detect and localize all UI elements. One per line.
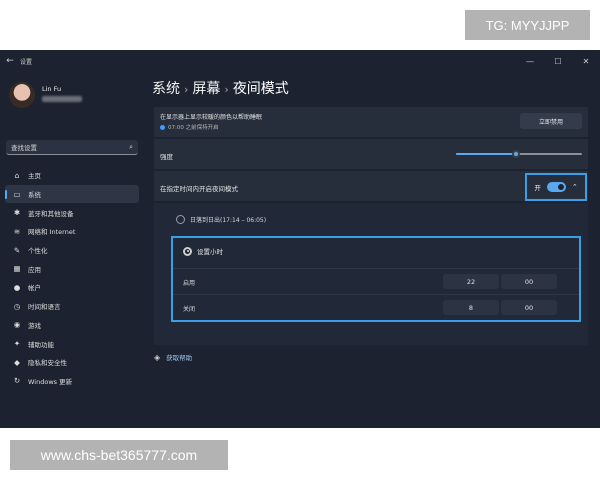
- home-icon: ⌂: [14, 170, 20, 180]
- sidebar-item-accessibility[interactable]: ✦ 辅助功能: [5, 334, 139, 353]
- strength-label: 强度: [160, 153, 173, 161]
- turn-off-row: 关闭 8 00: [173, 294, 579, 320]
- update-icon: ↻: [13, 376, 21, 386]
- chevron-right-icon: ›: [184, 83, 189, 96]
- schedule-toggle[interactable]: [546, 182, 566, 192]
- bluetooth-icon: ✱: [13, 208, 21, 218]
- schedule-toggle-area: 开 ⌃: [525, 173, 587, 201]
- sidebar-item-label: 隐私和安全性: [28, 359, 67, 368]
- disable-now-button[interactable]: 立即禁用: [520, 113, 582, 129]
- sidebar-item-label: Windows 更新: [28, 377, 73, 386]
- help-icon: ◈: [154, 352, 161, 362]
- sidebar-item-label: 个性化: [28, 247, 48, 256]
- set-hours-section: 设置小时 启用 22 00 关闭 8 00: [171, 236, 581, 322]
- sidebar-item-label: 蓝牙和其他设备: [28, 209, 74, 218]
- window-controls: — ☐ ✕: [516, 57, 600, 66]
- sidebar-item-privacy[interactable]: ◆ 隐私和安全性: [5, 353, 139, 372]
- gamepad-icon: ◉: [13, 320, 21, 330]
- sidebar-item-bluetooth[interactable]: ✱ 蓝牙和其他设备: [5, 203, 139, 222]
- turn-on-minute[interactable]: 00: [501, 274, 557, 289]
- breadcrumb-display[interactable]: 屏幕: [192, 81, 220, 97]
- sidebar-item-windows-update[interactable]: ↻ Windows 更新: [5, 372, 139, 391]
- strength-slider-fill: [456, 153, 517, 155]
- sidebar-item-system[interactable]: ▭ 系统: [5, 184, 139, 204]
- turn-on-label: 启用: [183, 280, 196, 287]
- schedule-label: 在指定时间内开启夜间模式: [160, 185, 238, 193]
- turn-off-label: 关闭: [183, 306, 196, 313]
- personalize-icon: ✎: [13, 245, 21, 255]
- sidebar-item-label: 游戏: [28, 321, 41, 330]
- maximize-button[interactable]: ☐: [544, 57, 572, 66]
- page-title: 夜间模式: [232, 81, 289, 97]
- shield-icon: ◆: [14, 357, 20, 367]
- window-title: 设置: [20, 58, 33, 66]
- system-icon: ▭: [13, 189, 21, 199]
- search-icon[interactable]: ⌕: [129, 143, 133, 152]
- radio-sunset[interactable]: [176, 215, 185, 224]
- schedule-card: 在指定时间内开启夜间模式 开 ⌃: [154, 171, 588, 201]
- chevron-right-icon: ›: [224, 83, 229, 96]
- option-sunset-label: 日落到日出(17:14 – 06:05): [190, 217, 267, 224]
- sidebar-item-label: 系统: [28, 191, 41, 200]
- sidebar-item-network[interactable]: ≋ 网络和 Internet: [5, 222, 139, 241]
- back-button[interactable]: ←: [0, 56, 20, 66]
- settings-window: ← 设置 — ☐ ✕ Lin Fu 查找设置 ⌕ ⌂ 主页 ▭ 系统 ✱ 蓝牙和其他设…: [0, 50, 600, 428]
- watermark-bottom: www.chs-bet365777.com: [10, 440, 228, 470]
- sidebar-item-label: 时间和语言: [28, 303, 61, 312]
- radio-set-hours[interactable]: [183, 246, 192, 256]
- sidebar-item-apps[interactable]: ▦ 应用: [5, 259, 139, 278]
- strength-slider-thumb[interactable]: [512, 150, 521, 158]
- sidebar-item-home[interactable]: ⌂ 主页: [5, 166, 139, 185]
- title-bar: ← 设置 — ☐ ✕: [0, 50, 600, 72]
- wifi-icon: ≋: [13, 226, 21, 236]
- status-dot-icon: [160, 124, 165, 130]
- sidebar-item-time-language[interactable]: ◷ 时间和语言: [5, 297, 139, 316]
- nightlight-status: 07:00 之前保持开启: [160, 123, 219, 131]
- sidebar-item-label: 应用: [28, 265, 41, 274]
- user-email-redacted: [42, 96, 82, 102]
- sidebar-item-label: 主页: [28, 172, 41, 181]
- sidebar-item-label: 帐户: [28, 284, 41, 293]
- nightlight-description: 在显示器上显示较暖的颜色以帮助睡眠: [160, 114, 263, 121]
- accessibility-icon: ✦: [13, 339, 21, 349]
- close-button[interactable]: ✕: [572, 57, 600, 66]
- get-help-label: 获取帮助: [166, 354, 193, 362]
- get-help-link[interactable]: ◈ 获取帮助: [154, 352, 193, 363]
- schedule-options-card: 日落到日出(17:14 – 06:05) 设置小时 启用 22 00 关闭 8 …: [154, 203, 588, 345]
- strength-slider[interactable]: [456, 150, 582, 158]
- turn-off-minute[interactable]: 00: [501, 300, 557, 315]
- strength-card: 强度: [154, 139, 588, 169]
- sidebar-item-personalization[interactable]: ✎ 个性化: [5, 241, 139, 260]
- search-input[interactable]: 查找设置 ⌕: [6, 140, 138, 155]
- sidebar-item-label: 网络和 Internet: [28, 228, 76, 237]
- status-text: 07:00 之前保持开启: [168, 125, 219, 131]
- user-name: Lin Fu: [42, 85, 62, 93]
- toggle-state-label: 开: [534, 184, 541, 192]
- apps-icon: ▦: [13, 264, 21, 274]
- watermark-top: TG: MYYJJPP: [465, 10, 590, 40]
- option-set-hours-label: 设置小时: [197, 248, 223, 256]
- turn-on-hour[interactable]: 22: [443, 274, 499, 289]
- option-sunset-to-sunrise[interactable]: 日落到日出(17:14 – 06:05): [176, 215, 266, 224]
- account-icon: ●: [13, 282, 21, 292]
- breadcrumb-system[interactable]: 系统: [152, 81, 180, 97]
- turn-on-row: 启用 22 00: [173, 268, 579, 294]
- option-set-hours[interactable]: 设置小时: [183, 246, 223, 256]
- avatar[interactable]: [9, 82, 35, 108]
- nightlight-status-card: 在显示器上显示较暖的颜色以帮助睡眠 07:00 之前保持开启 立即禁用: [154, 107, 588, 137]
- main-content: 系统 › 屏幕 › 夜间模式 在显示器上显示较暖的颜色以帮助睡眠 07:00 之前保持开…: [148, 72, 600, 428]
- sidebar: Lin Fu 查找设置 ⌕ ⌂ 主页 ▭ 系统 ✱ 蓝牙和其他设备 ≋ 网络和 Inte…: [0, 72, 148, 428]
- clock-icon: ◷: [13, 301, 21, 311]
- sidebar-item-label: 辅助功能: [28, 340, 54, 349]
- chevron-up-icon[interactable]: ⌃: [572, 183, 578, 191]
- sidebar-item-gaming[interactable]: ◉ 游戏: [5, 316, 139, 335]
- sidebar-item-accounts[interactable]: ● 帐户: [5, 278, 139, 297]
- minimize-button[interactable]: —: [516, 57, 544, 66]
- breadcrumb: 系统 › 屏幕 › 夜间模式: [152, 78, 289, 98]
- search-placeholder: 查找设置: [11, 144, 37, 152]
- turn-off-hour[interactable]: 8: [443, 300, 499, 315]
- sidebar-nav: ⌂ 主页 ▭ 系统 ✱ 蓝牙和其他设备 ≋ 网络和 Internet ✎ 个性化 ▦ 应用 …: [5, 166, 139, 390]
